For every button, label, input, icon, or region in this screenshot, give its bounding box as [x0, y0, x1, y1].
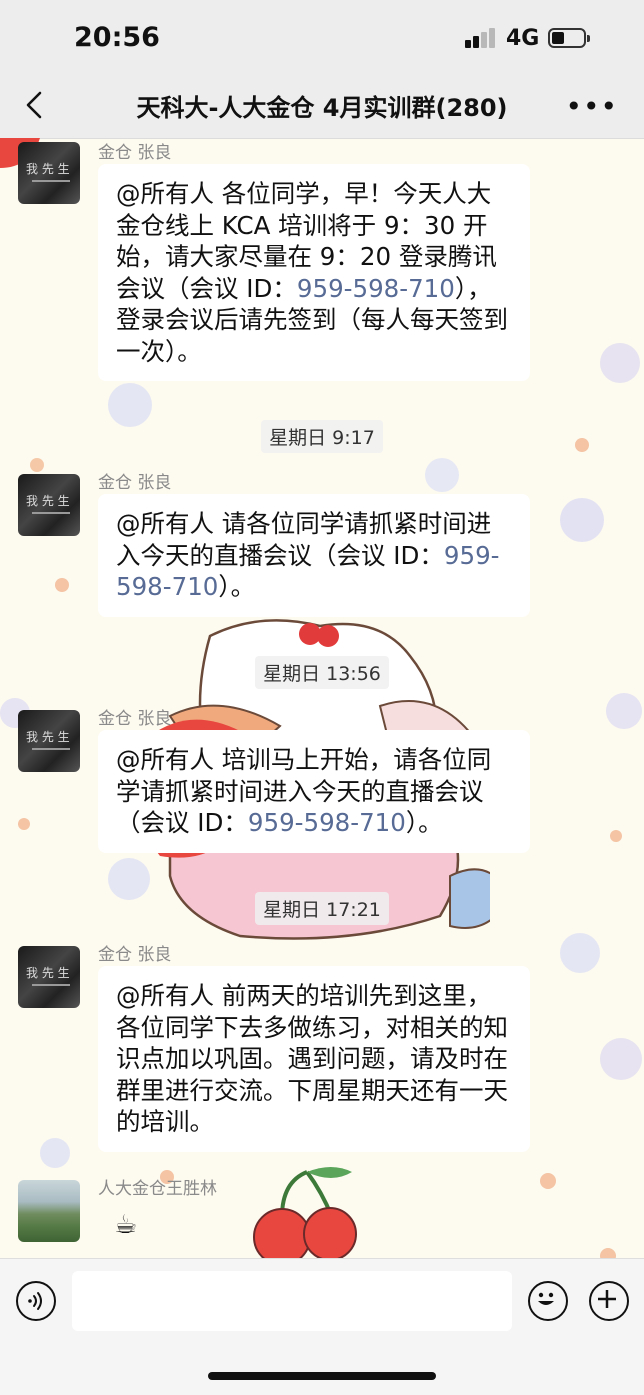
timestamp: 星期日 13:56 — [0, 656, 644, 689]
sender-name: 人大金仓王胜林 — [98, 1179, 217, 1199]
message-text: @所有人 请各位同学请抓紧时间进入今天的直播会议（会议 ID： — [116, 509, 492, 570]
sender-name: 金仓 张良 — [98, 143, 172, 163]
battery-icon — [548, 28, 590, 48]
chat-title: 天科大-人大金仓 4月实训群(280) — [136, 94, 508, 122]
sender-name: 金仓 张良 — [98, 473, 172, 493]
chat-header: 天科大-人大金仓 4月实训群(280) ••• — [0, 76, 644, 139]
emoji-icon[interactable] — [528, 1281, 568, 1321]
avatar[interactable]: 我 先 生 — [18, 946, 80, 1008]
voice-input-icon[interactable] — [16, 1281, 56, 1321]
sender-name: 金仓 张良 — [98, 709, 172, 729]
network-type: 4G — [506, 26, 540, 51]
avatar[interactable] — [18, 1180, 80, 1242]
avatar[interactable]: 我 先 生 — [18, 474, 80, 536]
message-text: @所有人 前两天的培训先到这里，各位同学下去多做练习，对相关的知识点加以巩固。遇… — [116, 981, 508, 1136]
chat-area[interactable]: 我 先 生 金仓 张良 @所有人 各位同学，早！今天人大金仓线上 KCA 培训将… — [0, 138, 644, 1258]
message-bubble[interactable]: @所有人 培训马上开始，请各位同学请抓紧时间进入今天的直播会议（会议 ID：95… — [98, 730, 530, 853]
back-arrow-icon[interactable] — [22, 90, 46, 120]
coffee-emoji: ☕ — [114, 1210, 138, 1240]
message-bubble[interactable]: @所有人 请各位同学请抓紧时间进入今天的直播会议（会议 ID：959-598-7… — [98, 494, 530, 617]
sender-name: 金仓 张良 — [98, 945, 172, 965]
timestamp: 星期日 17:21 — [0, 892, 644, 925]
message-bubble[interactable]: @所有人 各位同学，早！今天人大金仓线上 KCA 培训将于 9：30 开始，请大… — [98, 164, 530, 381]
message-bubble[interactable]: @所有人 前两天的培训先到这里，各位同学下去多做练习，对相关的知识点加以巩固。遇… — [98, 966, 530, 1152]
signal-icon — [465, 28, 497, 48]
home-indicator[interactable] — [208, 1372, 436, 1380]
plus-icon[interactable] — [589, 1281, 629, 1321]
more-options-icon[interactable]: ••• — [565, 90, 618, 123]
avatar[interactable]: 我 先 生 — [18, 710, 80, 772]
message-text: ）。 — [218, 572, 256, 601]
status-time: 20:56 — [74, 22, 160, 53]
message-input[interactable] — [72, 1271, 512, 1331]
status-bar: 20:56 4G — [0, 0, 644, 76]
meeting-id-link[interactable]: 959-598-710 — [248, 808, 406, 837]
message-bubble[interactable]: ☕ — [98, 1200, 154, 1252]
wallpaper-cherries — [253, 1167, 357, 1258]
message-text: ）。 — [405, 808, 443, 837]
meeting-id-link[interactable]: 959-598-710 — [297, 274, 455, 303]
avatar[interactable]: 我 先 生 — [18, 142, 80, 204]
timestamp: 星期日 9:17 — [0, 420, 644, 453]
